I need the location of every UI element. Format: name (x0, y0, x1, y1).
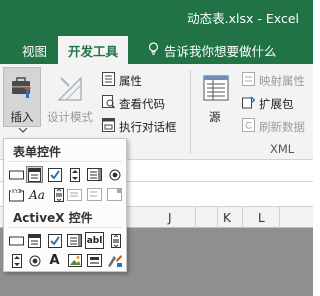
source-button[interactable]: 源 (200, 72, 234, 128)
list-box-icon[interactable] (66, 232, 83, 249)
view-code-button[interactable]: 查看代码 (102, 95, 165, 112)
more-controls-icon[interactable] (106, 252, 123, 269)
map-properties-icon (242, 72, 255, 89)
insert-controls-button[interactable]: 插入 (3, 67, 41, 133)
spin-button-icon[interactable] (8, 252, 25, 269)
refresh-data-label: 刷新数据 (259, 119, 305, 134)
toggle-button-icon[interactable] (86, 252, 103, 269)
design-mode-label: 设计模式 (47, 110, 93, 124)
toolbox-icon (11, 75, 35, 104)
group-separator (190, 70, 191, 154)
xml-group-label: XML (270, 142, 295, 156)
source-label: 源 (209, 110, 221, 124)
scroll-bar-icon[interactable] (50, 186, 67, 203)
image-icon[interactable] (66, 252, 83, 269)
form-controls-title: 表单控件 (13, 145, 62, 159)
column-header-j[interactable]: J (168, 211, 172, 225)
run-dialog-button[interactable]: 执行对话框 (102, 118, 177, 135)
title-bar: 动态表.xlsx - Excel (0, 0, 313, 34)
design-mode-button[interactable]: 设计模式 (47, 72, 97, 128)
combo-box-icon[interactable] (26, 166, 43, 183)
svg-text:XYZ: XYZ (12, 189, 22, 195)
xml-source-icon (203, 74, 229, 105)
view-code-icon (102, 95, 116, 112)
option-button-icon[interactable] (106, 166, 123, 183)
lightbulb-icon (148, 42, 159, 59)
column-header-l[interactable]: L (258, 211, 265, 225)
chevron-down-icon (18, 122, 28, 136)
spin-button-icon[interactable] (66, 166, 83, 183)
command-button-icon[interactable] (8, 232, 25, 249)
label-icon[interactable]: A (46, 252, 63, 269)
refresh-data-icon (242, 118, 255, 135)
expansion-pack-label: 扩展包 (259, 96, 294, 111)
list-box-icon[interactable] (86, 166, 103, 183)
run-dialog-label: 执行对话框 (119, 119, 177, 134)
combo-list-edit-icon[interactable] (86, 186, 103, 203)
label-icon[interactable]: Aa (28, 186, 46, 203)
refresh-data-button[interactable]: 刷新数据 (242, 118, 305, 135)
scroll-bar-icon[interactable] (107, 232, 124, 249)
tab-developer[interactable]: 开发工具 (58, 36, 129, 64)
tell-me-text: 告诉我你想要做什么 (164, 44, 277, 59)
activex-controls-title: ActiveX 控件 (13, 211, 93, 225)
text-field-icon[interactable] (66, 186, 83, 203)
run-dialog-icon (102, 118, 115, 135)
option-button-icon[interactable] (26, 252, 43, 269)
expansion-pack-icon (242, 95, 256, 112)
combo-drop-down-edit-icon[interactable] (106, 186, 123, 203)
window-title: 动态表.xlsx - Excel (187, 11, 299, 26)
map-properties-button[interactable]: 映射属性 (242, 72, 305, 89)
column-header-k[interactable]: K (223, 211, 231, 225)
checkbox-icon[interactable] (46, 166, 63, 183)
properties-label: 属性 (119, 73, 142, 88)
design-mode-icon (57, 74, 83, 105)
map-properties-label: 映射属性 (259, 73, 305, 88)
ribbon-tab-bar: 视图 开发工具 告诉我你想要做什么 (0, 34, 313, 64)
properties-button[interactable]: 属性 (102, 72, 142, 89)
text-box-icon[interactable]: abl (85, 232, 104, 249)
tab-view[interactable]: 视图 (22, 41, 47, 60)
view-code-label: 查看代码 (119, 96, 165, 111)
insert-controls-menu: 表单控件 XYZ Aa ActiveX 控件 abl A (3, 138, 127, 272)
expansion-pack-button[interactable]: 扩展包 (242, 95, 294, 112)
tell-me-box[interactable]: 告诉我你想要做什么 (148, 41, 277, 60)
combo-box-icon[interactable] (26, 232, 43, 249)
group-box-icon[interactable]: XYZ (8, 186, 25, 203)
button-icon[interactable] (8, 166, 25, 183)
checkbox-icon[interactable] (46, 232, 63, 249)
properties-icon (102, 72, 115, 89)
